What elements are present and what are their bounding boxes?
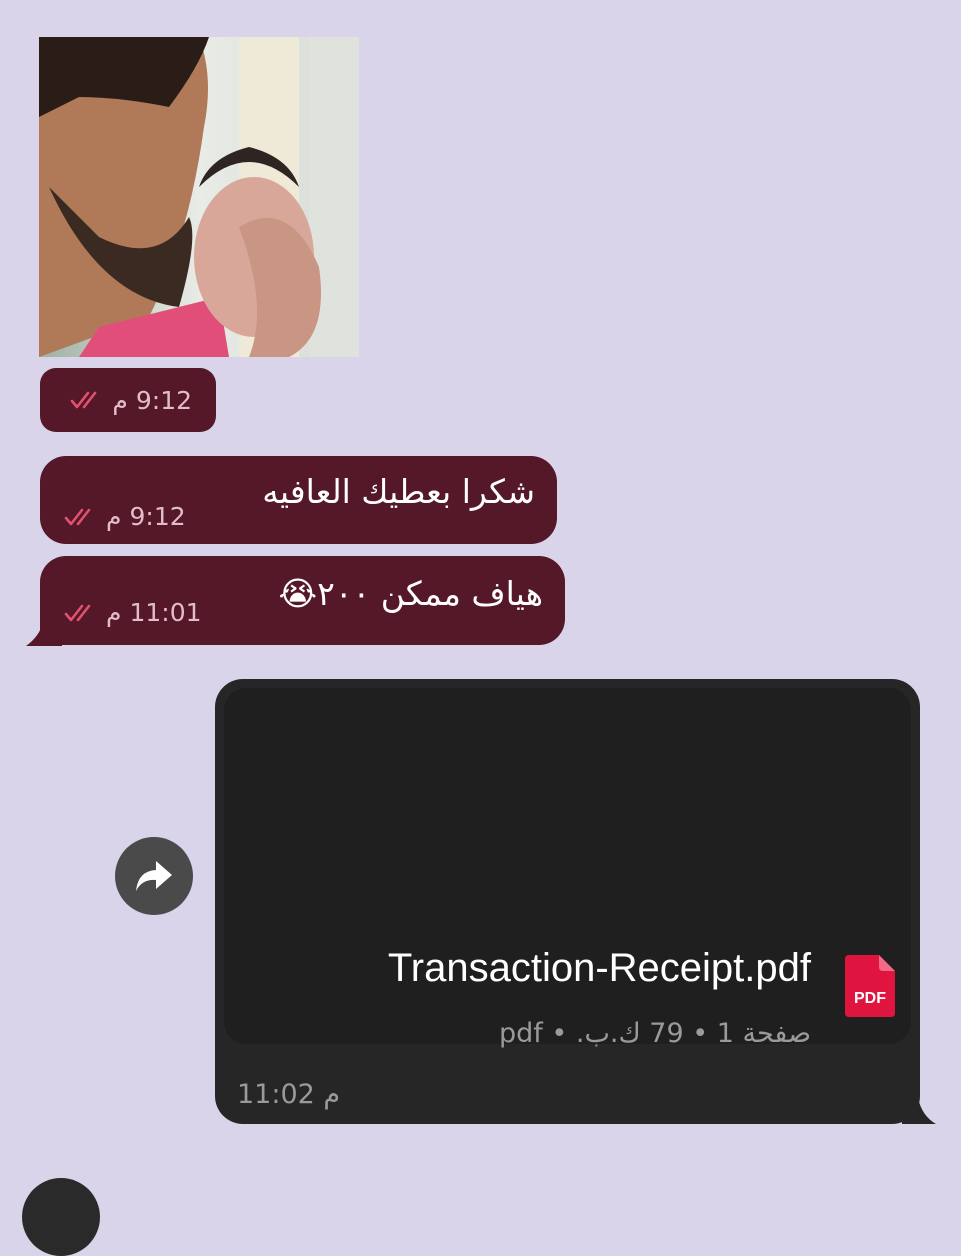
pdf-icon-label: PDF [854, 990, 886, 1007]
message-ampm: م [106, 502, 122, 531]
photo-message[interactable] [39, 37, 359, 357]
document-preview[interactable]: Transaction-Receipt.pdf صفحة 1 • 79 ك.ب.… [224, 688, 911, 1049]
forward-button[interactable] [115, 837, 193, 915]
message-time: 9:12 [129, 502, 186, 531]
message-bubble[interactable]: هياف ممكن ٢٠٠😭 م 11:01 [40, 556, 565, 645]
message-meta: م 9:12 [70, 386, 192, 415]
message-meta: م 9:12 [64, 502, 186, 531]
file-name: Transaction-Receipt.pdf [387, 946, 811, 990]
message-text: هياف ممكن ٢٠٠😭 [278, 574, 543, 613]
photo-image [39, 37, 359, 357]
message-time: 11:02 [237, 1079, 315, 1110]
message-bubble[interactable]: شكرا بعطيك العافيه م 9:12 [40, 456, 557, 544]
avatar[interactable] [22, 1178, 100, 1256]
file-info: صفحة 1 • 79 ك.ب. • pdf [498, 1018, 811, 1049]
document-message[interactable]: Transaction-Receipt.pdf صفحة 1 • 79 ك.ب.… [215, 679, 920, 1124]
message-ampm: م [106, 598, 122, 627]
message-ampm: م [323, 1079, 341, 1110]
pdf-file-icon: PDF [845, 955, 895, 1017]
photo-time-chip: م 9:12 [40, 368, 216, 432]
message-text: شكرا بعطيك العافيه [262, 472, 535, 511]
double-check-icon [71, 391, 97, 409]
message-meta: م 11:01 [64, 598, 202, 627]
double-check-icon [64, 508, 91, 525]
double-check-icon [64, 604, 91, 621]
share-forward-icon [136, 861, 172, 891]
message-meta: م 11:02 [237, 1079, 340, 1110]
message-time: 11:01 [129, 598, 202, 627]
message-ampm: م [112, 385, 128, 415]
message-time: 9:12 [135, 385, 192, 415]
